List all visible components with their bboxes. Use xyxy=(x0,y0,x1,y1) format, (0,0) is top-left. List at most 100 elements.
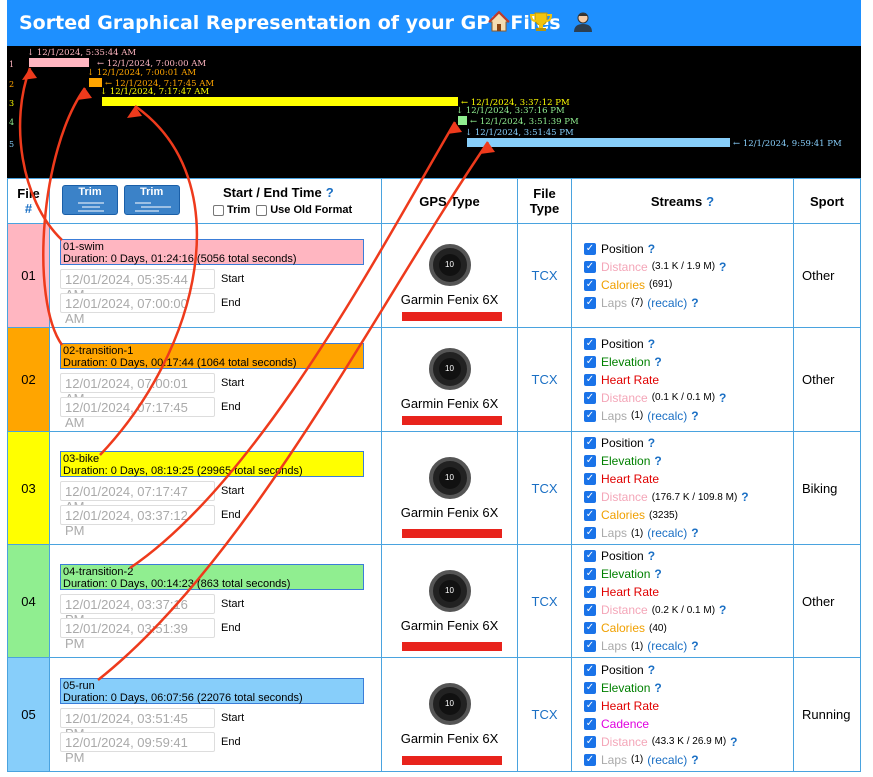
stream-help[interactable]: ? xyxy=(648,549,655,563)
recalc-link[interactable]: (recalc) xyxy=(647,753,687,767)
stream-help[interactable]: ? xyxy=(719,260,726,274)
stream-help[interactable]: ? xyxy=(648,663,655,677)
start-label: Start xyxy=(221,272,245,285)
stream-help[interactable]: ? xyxy=(654,355,661,369)
end-time-input[interactable]: 12/01/2024, 03:51:39 PM xyxy=(60,618,215,651)
file-type-link[interactable]: TCX xyxy=(517,327,572,432)
redaction-bar xyxy=(402,416,502,425)
stream-checkbox[interactable]: ✓ xyxy=(584,527,596,539)
start-time-input[interactable]: 12/01/2024, 07:17:47 AM xyxy=(60,481,215,514)
stream-checkbox[interactable]: ✓ xyxy=(584,681,596,694)
trophy-icon[interactable] xyxy=(529,10,553,34)
timeline-bar[interactable] xyxy=(29,58,89,67)
stream-checkbox[interactable]: ✓ xyxy=(584,260,596,273)
gps-cell: 10 Garmin Fenix 6X xyxy=(381,431,518,545)
start-time-input[interactable]: 12/01/2024, 05:35:44 AM xyxy=(60,268,215,302)
stream-help[interactable]: ? xyxy=(730,735,737,749)
stream-checkbox[interactable]: ✓ xyxy=(584,373,596,386)
stream-checkbox[interactable]: ✓ xyxy=(584,568,596,580)
file-type-link[interactable]: TCX xyxy=(517,544,572,658)
stream-name: Position xyxy=(601,549,644,563)
stream-checkbox[interactable]: ✓ xyxy=(584,391,596,404)
timeline-bar[interactable] xyxy=(102,97,458,106)
recalc-link[interactable]: (recalc) xyxy=(647,639,687,653)
old-format-checkbox[interactable] xyxy=(256,204,268,216)
file-hash-link[interactable]: # xyxy=(8,201,49,216)
stream-help[interactable]: ? xyxy=(691,526,698,540)
stream-checkbox[interactable]: ✓ xyxy=(584,717,596,730)
stream-item: ✓ Calories (691) xyxy=(572,276,793,294)
stream-help[interactable]: ? xyxy=(691,639,698,653)
recalc-link[interactable]: (recalc) xyxy=(647,296,687,310)
stream-help[interactable]: ? xyxy=(691,753,698,767)
timeline-bar[interactable] xyxy=(89,78,102,87)
end-time-input[interactable]: 12/01/2024, 09:59:41 PM xyxy=(60,731,215,765)
stream-help[interactable]: ? xyxy=(648,436,655,450)
recalc-link[interactable]: (recalc) xyxy=(647,409,687,423)
stream-checkbox[interactable]: ✓ xyxy=(584,278,596,291)
stream-checkbox[interactable]: ✓ xyxy=(584,337,596,350)
stream-checkbox[interactable]: ✓ xyxy=(584,550,596,562)
stream-checkbox[interactable]: ✓ xyxy=(584,640,596,652)
table-row: 01 01-swim Duration: 0 Days, 01:24:16 (505… xyxy=(7,223,861,328)
stream-checkbox[interactable]: ✓ xyxy=(584,409,596,422)
stream-checkbox[interactable]: ✓ xyxy=(584,509,596,521)
home-icon[interactable] xyxy=(487,10,511,34)
stream-help[interactable]: ? xyxy=(648,242,655,256)
file-type-link[interactable]: TCX xyxy=(517,223,572,328)
streams-help[interactable]: ? xyxy=(706,194,714,209)
stream-checkbox[interactable]: ✓ xyxy=(584,604,596,616)
stream-name: Elevation xyxy=(601,567,651,581)
stream-checkbox[interactable]: ✓ xyxy=(584,622,596,634)
user-icon[interactable] xyxy=(571,10,595,34)
stream-help[interactable]: ? xyxy=(654,567,661,581)
stream-checkbox[interactable]: ✓ xyxy=(584,473,596,485)
stream-checkbox[interactable]: ✓ xyxy=(584,242,596,255)
stream-name: Laps xyxy=(601,752,628,767)
start-end-help[interactable]: ? xyxy=(326,185,334,200)
end-label: End xyxy=(221,622,241,634)
stream-item: ✓ Position? xyxy=(572,335,793,353)
stream-checkbox[interactable]: ✓ xyxy=(584,491,596,503)
stream-help[interactable]: ? xyxy=(654,454,661,468)
stream-checkbox[interactable]: ✓ xyxy=(584,355,596,368)
stream-checkbox[interactable]: ✓ xyxy=(584,437,596,449)
stream-checkbox[interactable]: ✓ xyxy=(584,735,596,748)
timeline-bar[interactable] xyxy=(467,138,730,147)
streams-cell: ✓ Position? ✓ Distance (3.1 K / 1.9 M)? ✓ Calo… xyxy=(571,223,794,328)
watch-face: 10 xyxy=(438,358,461,380)
stream-help[interactable]: ? xyxy=(719,603,726,617)
end-time-row: 12/01/2024, 07:17:45 AM End xyxy=(60,396,381,430)
stream-checkbox[interactable]: ✓ xyxy=(584,753,596,766)
start-time-input[interactable]: 12/01/2024, 03:37:16 PM xyxy=(60,594,215,627)
stream-help[interactable]: ? xyxy=(691,296,698,310)
start-time-input[interactable]: 12/01/2024, 03:51:45 PM xyxy=(60,707,215,741)
file-header-label: File xyxy=(17,186,40,201)
timeline-bar[interactable] xyxy=(458,116,467,125)
stream-help[interactable]: ? xyxy=(741,490,748,504)
stream-checkbox[interactable]: ✓ xyxy=(584,586,596,598)
file-type-link[interactable]: TCX xyxy=(517,431,572,545)
trim-start-button[interactable]: Trim xyxy=(62,185,118,215)
stream-checkbox[interactable]: ✓ xyxy=(584,296,596,309)
stream-item: ✓ Laps (1) (recalc)? xyxy=(572,407,793,425)
stream-help[interactable]: ? xyxy=(654,681,661,695)
end-time-input[interactable]: 12/01/2024, 07:00:00 AM xyxy=(60,292,215,326)
trim-checkbox[interactable] xyxy=(213,204,224,216)
gps-cell: 10 Garmin Fenix 6X xyxy=(381,544,518,658)
file-number: 01 xyxy=(7,223,50,328)
stream-help[interactable]: ? xyxy=(691,409,698,423)
recalc-link[interactable]: (recalc) xyxy=(647,526,687,540)
stream-help[interactable]: ? xyxy=(648,337,655,351)
stream-checkbox[interactable]: ✓ xyxy=(584,455,596,467)
stream-detail: (0.1 K / 0.1 M) xyxy=(651,392,716,403)
stream-help[interactable]: ? xyxy=(719,391,726,405)
end-time-input[interactable]: 12/01/2024, 07:17:45 AM xyxy=(60,396,215,430)
trim-end-button[interactable]: Trim xyxy=(123,185,180,215)
file-type-link[interactable]: TCX xyxy=(517,657,572,772)
stream-checkbox[interactable]: ✓ xyxy=(584,699,596,712)
stream-checkbox[interactable]: ✓ xyxy=(584,663,596,676)
stream-item: ✓ Elevation? xyxy=(572,679,793,697)
start-time-input[interactable]: 12/01/2024, 07:00:01 AM xyxy=(60,372,215,406)
end-time-input[interactable]: 12/01/2024, 03:37:12 PM xyxy=(60,505,215,538)
